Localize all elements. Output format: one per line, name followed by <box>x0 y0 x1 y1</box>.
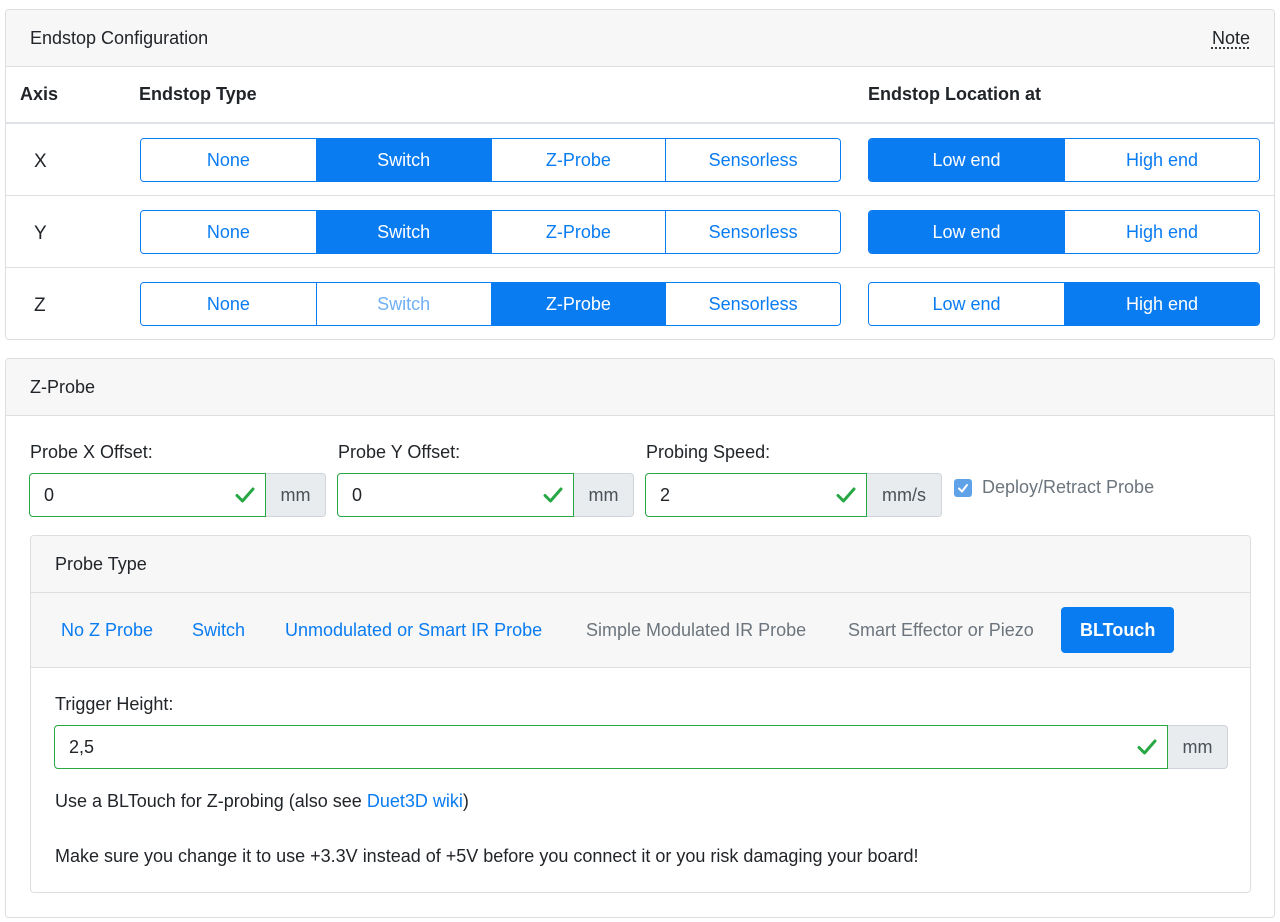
endstop-type-switch-button[interactable]: Switch <box>315 283 491 325</box>
probe-y-offset-input[interactable]: 0 <box>337 473 574 517</box>
trigger-height-value: 2,5 <box>69 736 95 757</box>
endstop-type-group: None Switch Z-Probe Sensorless <box>140 282 841 326</box>
endstop-type-sensorless-button[interactable]: Sensorless <box>665 211 840 253</box>
endstop-card-header: Endstop Configuration Note <box>6 10 1274 67</box>
endstop-type-column-header: Endstop Type <box>139 84 257 104</box>
endstop-location-column-header: Endstop Location at <box>868 84 1041 104</box>
bltouch-info-suffix: ) <box>462 791 469 811</box>
probe-type-tab-switch[interactable]: Switch <box>186 607 251 653</box>
probing-speed-input[interactable]: 2 <box>645 473 867 517</box>
endstop-row-y: Y None Switch Z-Probe Sensorless Low end High … <box>6 196 1274 268</box>
endstop-location-low-end-button[interactable]: Low end <box>869 139 1064 181</box>
probing-speed-value: 2 <box>660 484 671 505</box>
probe-type-header: Probe Type <box>31 536 1250 593</box>
endstop-location-group: Low end High end <box>868 210 1260 254</box>
probe-type-tab-unmodulated-or-smart-ir-probe[interactable]: Unmodulated or Smart IR Probe <box>279 607 548 653</box>
duet3d-wiki-link[interactable]: Duet3D wiki <box>367 791 463 811</box>
probe-x-offset-label: Probe X Offset: <box>30 442 153 462</box>
axis-label: X <box>34 150 47 172</box>
endstop-location-high-end-button[interactable]: High end <box>1064 211 1259 253</box>
endstop-type-switch-button[interactable]: Switch <box>315 211 491 253</box>
probing-speed-group: 2 mm/s <box>645 473 942 517</box>
axis-label: Z <box>34 295 46 317</box>
endstop-table-header: Axis Endstop Type Endstop Location at <box>6 67 1274 124</box>
endstop-row-x: X None Switch Z-Probe Sensorless Low end High … <box>6 124 1274 196</box>
probing-speed-unit: mm/s <box>867 473 942 517</box>
endstop-location-low-end-button[interactable]: Low end <box>869 211 1064 253</box>
endstop-type-none-button[interactable]: None <box>141 211 316 253</box>
trigger-height-unit: mm <box>1168 725 1228 769</box>
axis-label: Y <box>34 222 47 244</box>
bltouch-info-prefix: Use a BLTouch for Z-probing (also see <box>55 791 367 811</box>
probe-type-tab-smart-effector-or-piezo[interactable]: Smart Effector or Piezo <box>842 607 1040 653</box>
probe-type-title: Probe Type <box>55 553 147 574</box>
endstop-location-high-end-button[interactable]: High end <box>1064 139 1259 181</box>
endstop-type-z-probe-button[interactable]: Z-Probe <box>490 139 666 181</box>
checkbox-checked-icon[interactable] <box>954 478 972 497</box>
endstop-location-group: Low end High end <box>868 138 1260 182</box>
voltage-warning-text: Make sure you change it to use +3.3V ins… <box>55 846 919 866</box>
trigger-height-label: Trigger Height: <box>55 694 174 714</box>
probe-type-card: Probe Type No Z Probe Switch Unmodulated o… <box>30 535 1251 893</box>
z-probe-card-title: Z-Probe <box>30 376 96 397</box>
endstop-type-group: None Switch Z-Probe Sensorless <box>140 210 841 254</box>
valid-check-icon <box>1137 739 1157 755</box>
endstop-type-z-probe-button[interactable]: Z-Probe <box>490 211 666 253</box>
endstop-location-high-end-button[interactable]: High end <box>1064 283 1259 325</box>
endstop-type-z-probe-button[interactable]: Z-Probe <box>490 283 666 325</box>
deploy-retract-checkbox[interactable]: Deploy/Retract Probe <box>954 477 1154 498</box>
probing-speed-label: Probing Speed: <box>646 442 771 462</box>
probe-type-tabs: No Z Probe Switch Unmodulated or Smart IR … <box>31 593 1250 668</box>
endstop-type-none-button[interactable]: None <box>141 283 316 325</box>
endstop-type-none-button[interactable]: None <box>141 139 316 181</box>
probe-x-offset-unit: mm <box>266 473 326 517</box>
probe-type-tab-bltouch[interactable]: BLTouch <box>1061 607 1175 653</box>
probe-y-offset-group: 0 mm <box>337 473 634 517</box>
probe-y-offset-unit: mm <box>574 473 634 517</box>
note-link[interactable]: Note <box>1212 28 1250 49</box>
z-probe-card-header: Z-Probe <box>6 359 1274 416</box>
endstop-location-low-end-button[interactable]: Low end <box>869 283 1064 325</box>
valid-check-icon <box>235 487 255 503</box>
valid-check-icon <box>836 487 856 503</box>
endstop-type-group: None Switch Z-Probe Sensorless <box>140 138 841 182</box>
probe-type-tab-simple-modulated-ir-probe[interactable]: Simple Modulated IR Probe <box>580 607 812 653</box>
bltouch-info-text: Use a BLTouch for Z-probing (also see Du… <box>55 791 469 812</box>
probe-x-offset-input[interactable]: 0 <box>29 473 266 517</box>
endstop-card-title: Endstop Configuration <box>30 27 209 48</box>
probe-x-offset-value: 0 <box>44 484 55 505</box>
endstop-row-z: Z None Switch Z-Probe Sensorless Low end High … <box>6 268 1274 339</box>
trigger-height-input[interactable]: 2,5 <box>54 725 1168 769</box>
endstop-location-group: Low end High end <box>868 282 1260 326</box>
z-probe-card: Z-Probe Probe X Offset: 0 mm Probe Y Off… <box>5 358 1275 918</box>
deploy-retract-label: Deploy/Retract Probe <box>982 477 1155 497</box>
trigger-height-group: 2,5 mm <box>54 725 1228 769</box>
probe-y-offset-value: 0 <box>352 484 363 505</box>
axis-column-header: Axis <box>20 84 59 104</box>
probe-type-tab-no-z-probe[interactable]: No Z Probe <box>55 607 159 653</box>
endstop-type-sensorless-button[interactable]: Sensorless <box>665 283 840 325</box>
endstop-type-switch-button[interactable]: Switch <box>315 139 491 181</box>
endstop-configuration-card: Endstop Configuration Note Axis Endstop … <box>5 9 1275 340</box>
valid-check-icon <box>543 487 563 503</box>
endstop-type-sensorless-button[interactable]: Sensorless <box>665 139 840 181</box>
probe-x-offset-group: 0 mm <box>29 473 326 517</box>
probe-y-offset-label: Probe Y Offset: <box>338 442 461 462</box>
